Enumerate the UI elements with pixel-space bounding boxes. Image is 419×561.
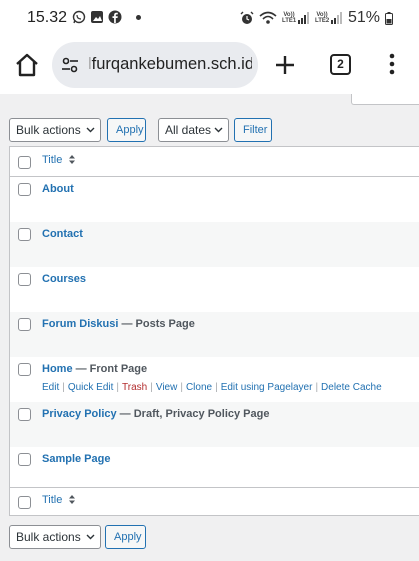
notification-dot [136,14,141,20]
page-title-link[interactable]: Courses [42,273,86,285]
page-title-link[interactable]: Contact [42,228,83,240]
select-all-checkbox[interactable] [18,156,31,169]
status-bar: 15.32 Vo)) LTE1 Vo)) LTE2 51% [0,0,419,36]
page-title-link: Home — Front Page [42,363,148,375]
page-title-link[interactable]: About [42,183,74,195]
wifi-icon [259,11,277,24]
table-row: Privacy Policy — Draft, Privacy Policy P… [10,402,419,447]
row-checkbox[interactable] [18,273,31,286]
row-checkbox[interactable] [18,453,31,466]
title-column-header[interactable]: Title [42,154,76,166]
row-actions: Edit | Quick Edit | Trash | View | Clone | Edit us… [42,382,382,393]
clone-link[interactable]: Clone [186,382,212,393]
whatsapp-icon [72,10,86,24]
sort-icon [69,495,76,504]
delete-cache-link[interactable]: Delete Cache [321,382,382,393]
table-row: Sample Page [10,447,419,487]
page-title-link: Privacy Policy — Draft, Privacy Policy P… [42,408,270,420]
apply-button-bottom[interactable]: Apply [105,525,146,549]
address-bar[interactable]: lfurqankebumen.sch.id [52,42,258,88]
battery-icon [385,11,393,25]
sort-icon [69,155,76,164]
apply-button[interactable]: Apply [107,118,146,142]
bulk-actions-select-bottom[interactable]: Bulk actions [9,525,101,549]
row-checkbox[interactable] [18,363,31,376]
facebook-icon [108,10,122,24]
table-row: Forum Diskusi — Posts Page [10,312,419,357]
battery-percent: 51% [347,9,380,26]
view-link[interactable]: View [156,382,178,393]
new-tab-icon[interactable] [273,53,297,77]
date-filter-select[interactable]: All dates [158,118,229,142]
status-left-icons [72,10,141,24]
trash-link[interactable]: Trash [122,382,147,393]
chevron-down-icon [86,127,95,133]
row-checkbox[interactable] [18,183,31,196]
chevron-down-icon [214,127,223,133]
pages-list-screen: Bulk actions Apply All dates Filter Titl… [0,94,419,561]
edit-pagelayer-link[interactable]: Edit using Pagelayer [221,382,313,393]
table-row: About [10,177,419,222]
title-column-footer[interactable]: Title [42,494,76,506]
table-row: Contact [10,222,419,267]
row-checkbox[interactable] [18,318,31,331]
signal-lte1-icon: Vo)) LTE1 [282,12,310,24]
edit-link[interactable]: Edit [42,382,59,393]
search-input[interactable] [351,94,419,105]
select-all-checkbox-footer[interactable] [18,496,31,509]
url-text: lfurqankebumen.sch.id [88,55,252,73]
page-title-link: Forum Diskusi — Posts Page [42,318,195,330]
browser-toolbar: lfurqankebumen.sch.id 2 [0,36,419,94]
more-menu-icon[interactable] [388,52,396,76]
table-row: Courses [10,267,419,312]
filter-button[interactable]: Filter [234,118,272,142]
signal-lte2-icon: Vo)) LTE2 [315,12,343,24]
post-state: — Draft, Privacy Policy Page [116,408,270,420]
quick-edit-link[interactable]: Quick Edit [68,382,114,393]
row-checkbox[interactable] [18,228,31,241]
bulk-actions-select[interactable]: Bulk actions [9,118,101,142]
post-state: — Posts Page [118,318,195,330]
chevron-down-icon [86,534,95,540]
site-settings-icon[interactable] [61,56,79,74]
post-state: — Front Page [72,363,148,375]
home-icon[interactable] [14,52,40,78]
table-footer: Title [10,487,419,517]
tab-switcher-button[interactable]: 2 [330,54,351,75]
status-right-icons: Vo)) LTE1 Vo)) LTE2 51% [240,9,393,27]
table-header: Title [10,147,419,177]
pages-table: Title About Contact Courses Forum Diskus… [9,146,419,516]
alarm-icon [240,11,254,24]
page-title-link[interactable]: Sample Page [42,453,110,465]
row-checkbox[interactable] [18,408,31,421]
gallery-icon [91,11,103,23]
table-row: Home — Front Page Edit | Quick Edit | Trash |… [10,357,419,402]
status-time: 15.32 [27,9,68,26]
